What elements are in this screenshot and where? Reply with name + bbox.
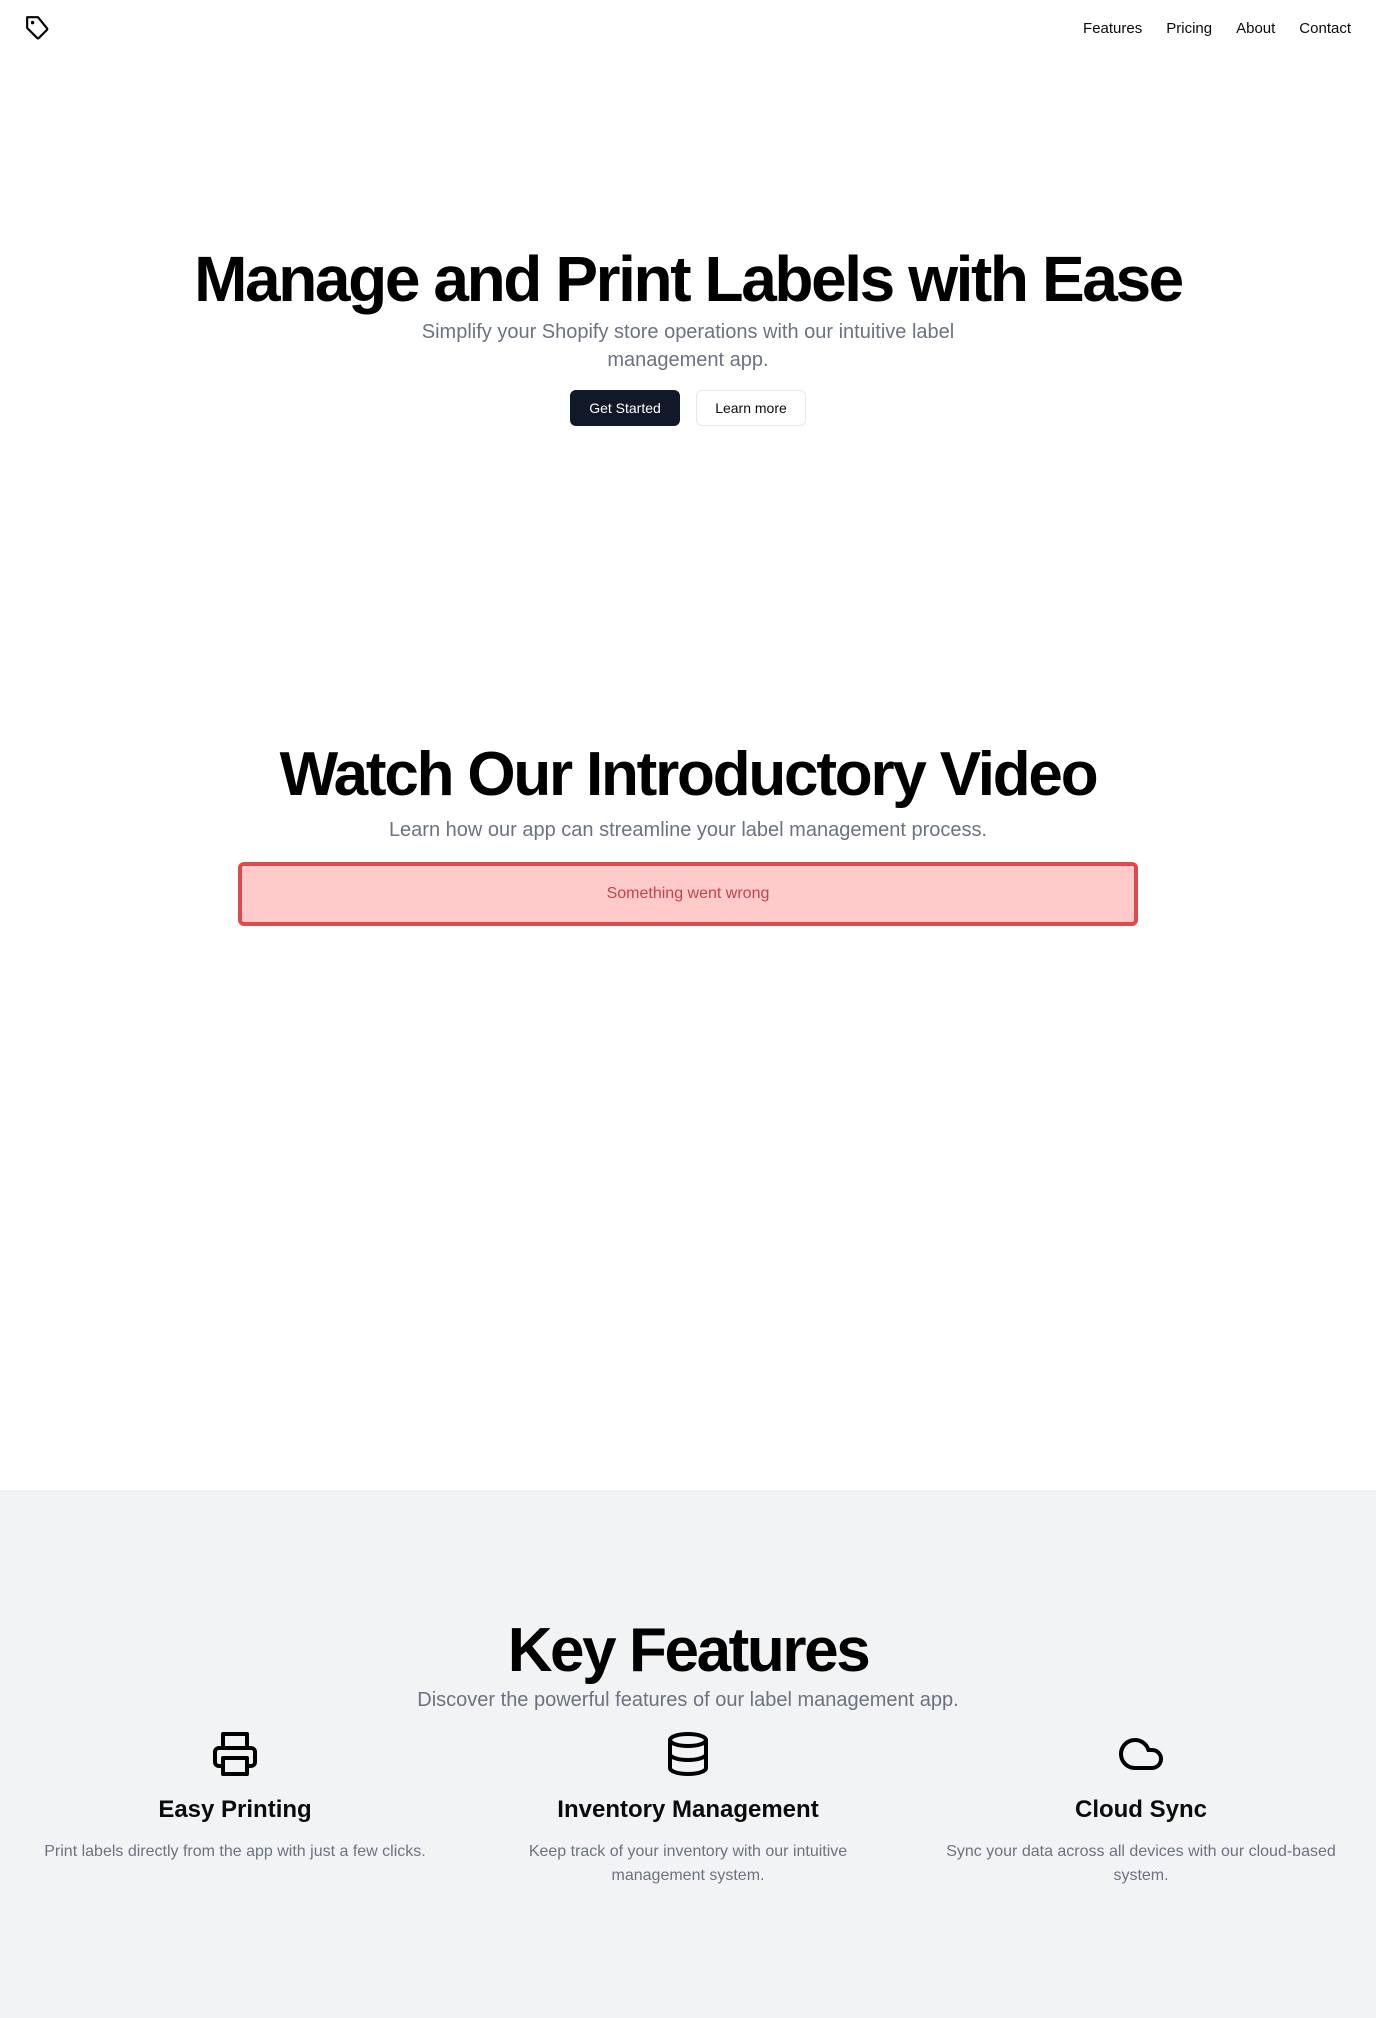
video-subtitle: Learn how our app can streamline your la…	[388, 819, 988, 841]
feature-title: Inventory Management	[557, 1796, 819, 1823]
get-started-button[interactable]: Get Started	[570, 390, 680, 426]
learn-more-button[interactable]: Learn more	[696, 390, 806, 426]
feature-card-inventory-management: Inventory Management Keep track of your …	[468, 1730, 908, 1888]
video-title: Watch Our Introductory Video	[279, 740, 1099, 809]
nav-about-link[interactable]: About	[1236, 20, 1275, 37]
database-icon	[668, 1732, 708, 1776]
tag-icon	[26, 16, 49, 40]
cloud-icon	[1119, 1738, 1163, 1770]
printer-icon	[213, 1732, 257, 1776]
hero-title: Manage and Print Labels with Ease	[194, 243, 1184, 315]
hero-buttons: Get Started Learn more	[0, 390, 1376, 426]
nav-features-link[interactable]: Features	[1083, 20, 1142, 37]
features-section: Key Features Discover the powerful featu…	[0, 1490, 1376, 2018]
main-nav: Features Pricing About Contact	[1083, 20, 1351, 37]
feature-title: Cloud Sync	[1074, 1796, 1207, 1823]
hero-section: Manage and Print Labels with Ease Simpli…	[0, 244, 1376, 426]
feature-description: Keep track of your inventory with our in…	[528, 1843, 848, 1884]
feature-card-cloud-sync: Cloud Sync Sync your data across all dev…	[921, 1730, 1361, 1888]
feature-description: Sync your data across all devices with o…	[946, 1843, 1336, 1884]
features-title: Key Features	[507, 1616, 871, 1685]
logo-link[interactable]	[25, 15, 51, 41]
features-subtitle: Discover the powerful features of our la…	[417, 1689, 959, 1711]
hero-subtitle: Simplify your Shopify store operations w…	[421, 321, 955, 371]
top-nav-bar: Features Pricing About Contact	[0, 0, 1376, 56]
feature-description: Print labels directly from the app with …	[44, 1843, 426, 1860]
feature-card-easy-printing: Easy Printing Print labels directly from…	[15, 1730, 455, 1864]
video-section: Watch Our Introductory Video Learn how o…	[0, 740, 1376, 926]
nav-contact-link[interactable]: Contact	[1299, 20, 1351, 37]
feature-title: Easy Printing	[158, 1796, 312, 1823]
nav-pricing-link[interactable]: Pricing	[1166, 20, 1212, 37]
video-error-message: Something went wrong	[238, 862, 1138, 926]
